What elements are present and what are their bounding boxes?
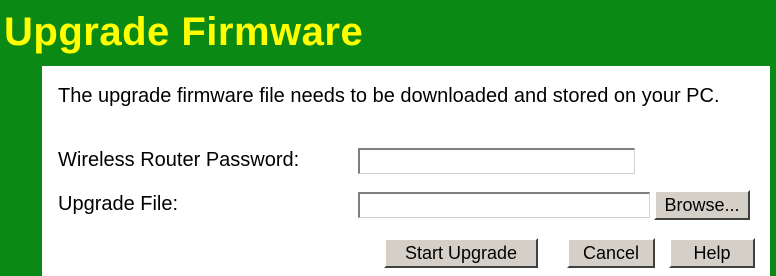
- upgrade-file-input[interactable]: [358, 192, 650, 218]
- cancel-button[interactable]: Cancel: [567, 238, 655, 268]
- browse-button[interactable]: Browse...: [654, 190, 750, 220]
- start-upgrade-button[interactable]: Start Upgrade: [384, 238, 538, 268]
- router-password-input[interactable]: [358, 148, 635, 174]
- upgrade-file-label: Upgrade File:: [58, 193, 179, 215]
- description-text: The upgrade firmware file needs to be do…: [58, 85, 720, 107]
- upgrade-form-panel: The upgrade firmware file needs to be do…: [42, 66, 770, 276]
- left-border-bar: [0, 66, 42, 276]
- page-header: Upgrade Firmware: [0, 0, 776, 66]
- password-label: Wireless Router Password:: [58, 149, 300, 171]
- right-border-bar: [770, 66, 776, 276]
- help-button[interactable]: Help: [669, 238, 755, 268]
- upgrade-firmware-page: Upgrade Firmware The upgrade firmware fi…: [0, 0, 776, 276]
- page-title: Upgrade Firmware: [4, 10, 364, 54]
